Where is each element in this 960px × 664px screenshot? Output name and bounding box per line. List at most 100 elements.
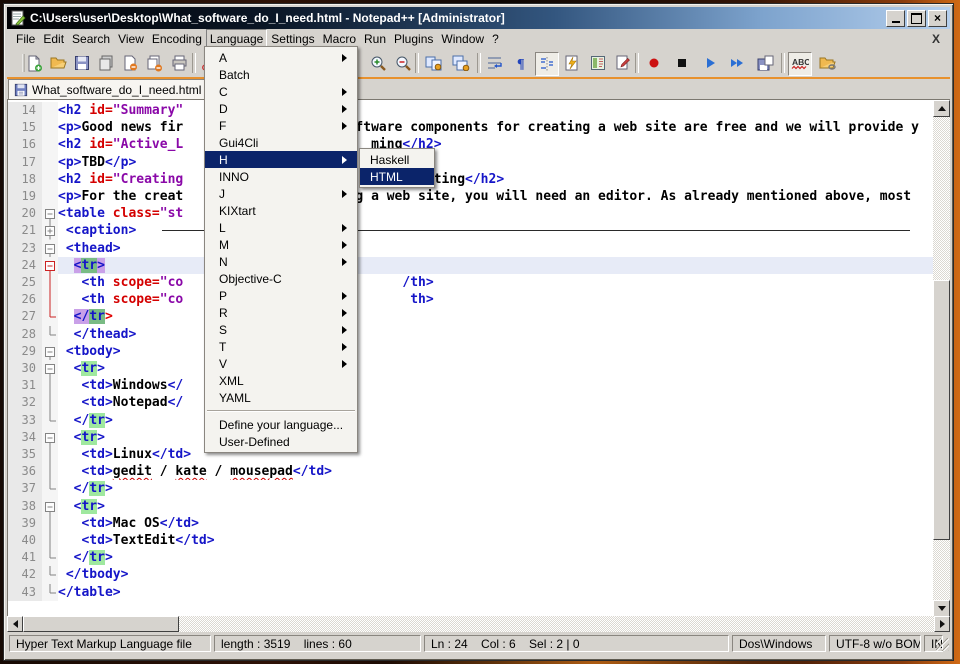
minimize-button[interactable] — [886, 10, 905, 27]
code-line-text[interactable]: <h2 id="Active_L ming</h2> — [58, 136, 933, 153]
macro-run-multiple-icon[interactable] — [726, 52, 748, 74]
code-line-text[interactable]: <td>Mac OS</td> — [58, 515, 933, 532]
open-file-icon[interactable] — [47, 52, 69, 74]
code-line-text[interactable]: </tr> — [58, 549, 933, 566]
code-line-text[interactable]: </thead> — [58, 326, 933, 343]
code-line[interactable]: 35 <td>Linux</td> — [8, 446, 933, 463]
fold-margin-marker[interactable] — [42, 584, 58, 601]
indent-guide-icon[interactable] — [535, 52, 559, 76]
code-line[interactable]: 34 <tr> — [8, 429, 933, 446]
vertical-scrollbar[interactable] — [933, 100, 950, 617]
fold-margin-marker[interactable] — [42, 394, 58, 411]
scroll-right-button[interactable] — [934, 616, 950, 632]
menubar-item-file[interactable]: File — [12, 29, 39, 49]
code-line[interactable]: 19<p>For the creat g a web site, you wil… — [8, 188, 933, 205]
code-line[interactable]: 40 <td>TextEdit</td> — [8, 532, 933, 549]
code-line-text[interactable]: <td>Linux</td> — [58, 446, 933, 463]
open-containing-folder-icon[interactable] — [817, 52, 839, 74]
code-line[interactable]: 16<h2 id="Active_L ming</h2> — [8, 136, 933, 153]
code-line-text[interactable]: <table class="st — [58, 205, 933, 222]
language-menu-item-m[interactable]: M — [205, 236, 357, 253]
code-line[interactable]: 28 </thead> — [8, 326, 933, 343]
code-line-text[interactable]: <tbody> — [58, 343, 933, 360]
code-line[interactable]: 17<p>TBD</p> — [8, 154, 933, 171]
document-map-icon[interactable] — [587, 52, 609, 74]
fold-margin-marker[interactable] — [42, 205, 58, 222]
code-line-text[interactable]: </table> — [58, 584, 933, 601]
menubar-item-view[interactable]: View — [114, 29, 148, 49]
code-line-text[interactable]: <caption> — [58, 222, 933, 239]
code-line[interactable]: 18<h2 id="Creating iting</h2> — [8, 171, 933, 188]
save-all-icon[interactable] — [95, 52, 117, 74]
language-menu-item-batch[interactable]: Batch — [205, 66, 357, 83]
fold-margin-marker[interactable] — [42, 463, 58, 480]
menubar-item-window[interactable]: Window — [437, 29, 488, 49]
language-menu-item-gui4cli[interactable]: Gui4Cli — [205, 134, 357, 151]
fold-margin-marker[interactable] — [42, 360, 58, 377]
code-line-text[interactable]: </tbody> — [58, 566, 933, 583]
code-line[interactable]: 24 <tr> — [8, 257, 933, 274]
code-line[interactable]: 43</table> — [8, 584, 933, 601]
scroll-up-button[interactable] — [933, 100, 950, 117]
code-line-text[interactable]: <p>Good news fir ftware components for c… — [58, 119, 933, 136]
close-file-icon[interactable] — [119, 52, 141, 74]
submenu-item-html[interactable]: HTML — [360, 168, 434, 185]
fold-margin-marker[interactable] — [42, 308, 58, 325]
fold-margin-marker[interactable] — [42, 291, 58, 308]
save-file-icon[interactable] — [71, 52, 93, 74]
fold-margin-marker[interactable] — [42, 257, 58, 274]
macro-stop-icon[interactable] — [671, 52, 693, 74]
macro-save-icon[interactable] — [754, 52, 776, 74]
code-line-text[interactable]: <p>For the creat g a web site, you will … — [58, 188, 933, 205]
code-line[interactable]: 33 </tr> — [8, 412, 933, 429]
language-menu-item-p[interactable]: P — [205, 287, 357, 304]
code-line[interactable]: 26 <th scope="co th> — [8, 291, 933, 308]
code-line[interactable]: 30 <tr> — [8, 360, 933, 377]
code-line[interactable]: 25 <th scope="co /th> — [8, 274, 933, 291]
menubar-item-encoding[interactable]: Encoding — [148, 29, 206, 49]
language-menu-item-t[interactable]: T — [205, 338, 357, 355]
close-all-icon[interactable] — [143, 52, 165, 74]
code-line-text[interactable]: <h2 id="Creating iting</h2> — [58, 171, 933, 188]
code-editor[interactable]: 14<h2 id="Summary"15<p>Good news fir ftw… — [7, 99, 950, 617]
spell-check-icon[interactable]: ABC — [788, 52, 812, 76]
fold-margin-marker[interactable] — [42, 343, 58, 360]
language-menu-item-user-defined[interactable]: User-Defined — [205, 433, 357, 450]
fold-margin-marker[interactable] — [42, 515, 58, 532]
word-wrap-icon[interactable] — [484, 52, 506, 74]
language-menu-item-c[interactable]: C — [205, 83, 357, 100]
code-line[interactable]: 36 <td>gedit / kate / mousepad</td> — [8, 463, 933, 480]
menubar-item-search[interactable]: Search — [68, 29, 114, 49]
language-menu-item-d[interactable]: D — [205, 100, 357, 117]
language-menu-item-inno[interactable]: INNO — [205, 168, 357, 185]
language-menu-item-v[interactable]: V — [205, 355, 357, 372]
language-menu-item-h[interactable]: H — [205, 151, 357, 168]
code-line[interactable]: 14<h2 id="Summary" — [8, 102, 933, 119]
code-line[interactable]: 21 <caption> — [8, 222, 933, 239]
code-line[interactable]: 32 <td>Notepad</ — [8, 394, 933, 411]
close-button[interactable]: × — [928, 10, 947, 27]
show-all-characters-icon[interactable]: ¶ — [511, 52, 533, 74]
code-line[interactable]: 37 </tr> — [8, 480, 933, 497]
code-line-text[interactable]: </tr> — [58, 308, 933, 325]
code-line-text[interactable]: </tr> — [58, 480, 933, 497]
title-bar[interactable]: C:\Users\user\Desktop\What_software_do_I… — [7, 7, 950, 29]
scroll-left-button[interactable] — [7, 616, 23, 632]
fold-margin-marker[interactable] — [42, 532, 58, 549]
code-line-text[interactable]: <tr> — [58, 429, 933, 446]
function-completion-icon[interactable] — [561, 52, 583, 74]
code-line[interactable]: 27 </tr> — [8, 308, 933, 325]
language-menu-item-l[interactable]: L — [205, 219, 357, 236]
code-line[interactable]: 15<p>Good news fir ftware components for… — [8, 119, 933, 136]
menubar-item-[interactable]: ? — [488, 29, 503, 49]
menubar-item-edit[interactable]: Edit — [39, 29, 68, 49]
menubar-item-plugins[interactable]: Plugins — [390, 29, 437, 49]
print-icon[interactable] — [168, 52, 190, 74]
macro-play-icon[interactable] — [699, 52, 721, 74]
language-menu-item-s[interactable]: S — [205, 321, 357, 338]
code-line-text[interactable]: <th scope="co /th> — [58, 274, 933, 291]
code-line-text[interactable]: <tr> — [58, 498, 933, 515]
code-line-text[interactable]: <thead> — [58, 240, 933, 257]
code-line[interactable]: 39 <td>Mac OS</td> — [8, 515, 933, 532]
language-menu-item-j[interactable]: J — [205, 185, 357, 202]
